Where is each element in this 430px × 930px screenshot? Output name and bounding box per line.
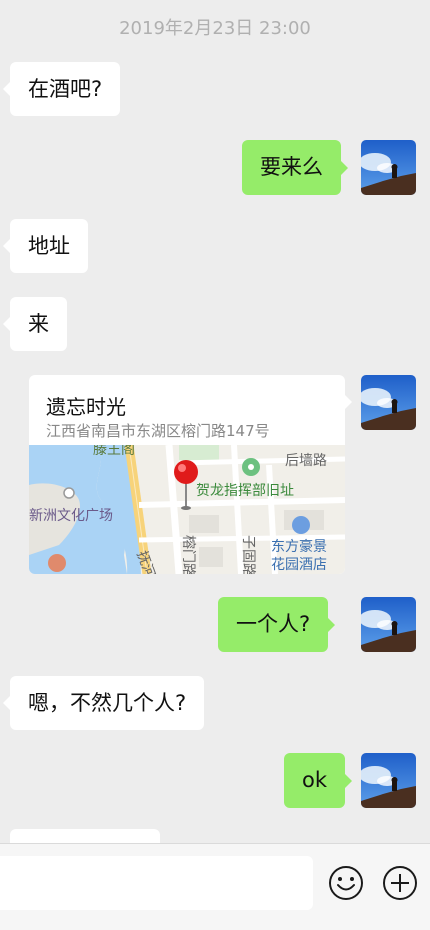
avatar-image [361, 753, 416, 808]
location-name: 遗忘时光 [46, 395, 126, 419]
message-text: 一个人? [236, 612, 311, 636]
message-bubble-received[interactable]: 嗯，不然几个人? [2, 676, 205, 730]
avatar-image [361, 140, 416, 195]
location-address: 江西省南昌市东湖区榕门路147号 [46, 422, 270, 440]
avatar-image [361, 375, 416, 430]
user-avatar[interactable] [361, 375, 416, 430]
message-bubble-sent[interactable]: 一个人? [218, 597, 336, 652]
user-avatar[interactable] [361, 597, 416, 652]
plus-circle-icon [383, 866, 417, 900]
map-label: 滕王阁 [93, 445, 135, 458]
user-avatar[interactable] [361, 753, 416, 808]
location-message-card[interactable]: 遗忘时光 江西省南昌市东湖区榕门路147号 滕王阁 后墙路 贺龙指挥部旧址 新洲… [29, 375, 352, 574]
emoji-button[interactable] [327, 864, 365, 902]
message-bubble-received[interactable]: 地址 [3, 219, 88, 273]
message-text: 嗯，不然几个人? [28, 690, 187, 715]
message-text: ok [302, 768, 328, 792]
map-label: 花园酒店 [271, 557, 327, 573]
chat-input-bar [0, 843, 430, 930]
user-avatar[interactable] [361, 140, 416, 195]
message-text: 来 [28, 311, 49, 336]
message-text: 在酒吧? [28, 76, 103, 101]
message-bubble-received[interactable]: 来 [3, 297, 67, 351]
message-text: 地址 [28, 233, 70, 258]
location-map-preview[interactable]: 滕王阁 后墙路 贺龙指挥部旧址 新洲文化广场 抚河北 榕门路 子固路 东方豪景 … [29, 445, 345, 574]
avatar-image [361, 597, 416, 652]
map-label: 东方豪景 [271, 539, 327, 555]
message-input[interactable] [0, 856, 313, 910]
emoji-icon [329, 866, 363, 900]
map-label: 新洲文化广场 [29, 508, 113, 524]
map-label: 后墙路 [285, 453, 327, 469]
message-bubble-sent[interactable]: 要来么 [242, 140, 348, 195]
map-label: 贺龙指挥部旧址 [196, 483, 294, 499]
message-bubble-sent[interactable]: ok [284, 753, 353, 808]
message-text: 要来么 [260, 155, 323, 179]
map-label: 子固路 [240, 535, 256, 574]
chat-timestamp: 2019年2月23日 23:00 [119, 18, 311, 39]
add-attachment-button[interactable] [381, 864, 419, 902]
map-label: 榕门路 [180, 535, 196, 574]
message-bubble-received[interactable]: 在酒吧? [2, 62, 121, 116]
map-image: 滕王阁 后墙路 贺龙指挥部旧址 新洲文化广场 抚河北 榕门路 子固路 东方豪景 … [29, 445, 345, 574]
